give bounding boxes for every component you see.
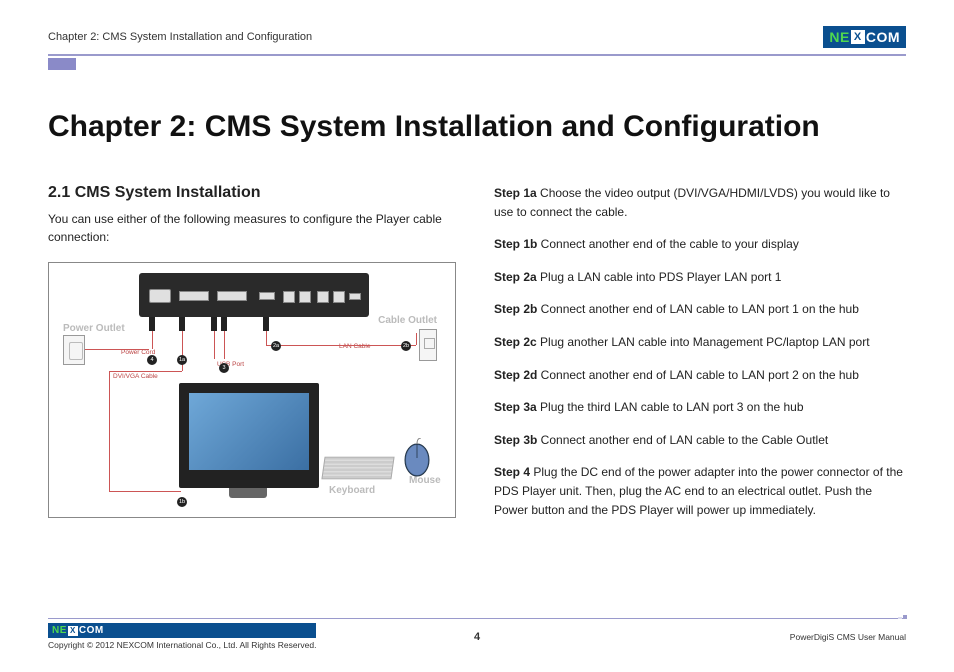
logo-part-ne: NE [829, 29, 849, 45]
callout-3: 3 [219, 363, 229, 373]
side-tab-marker [48, 58, 76, 70]
section-heading: 2.1 CMS System Installation [48, 184, 458, 202]
callout-4: 4 [147, 355, 157, 365]
pds-player-device [139, 273, 369, 317]
keyboard-icon [321, 457, 394, 480]
power-outlet-icon [63, 335, 85, 365]
page-number: 4 [474, 631, 480, 643]
step-3b: Step 3b Connect another end of LAN cable… [494, 431, 906, 450]
page-header: Chapter 2: CMS System Installation and C… [48, 26, 906, 56]
footer-left: NEXCOM Copyright © 2012 NEXCOM Internati… [48, 623, 316, 650]
monitor-icon [179, 383, 319, 488]
steps-column: Step 1a Choose the video output (DVI/VGA… [494, 184, 906, 533]
step-3a: Step 3a Plug the third LAN cable to LAN … [494, 398, 906, 417]
step-2d: Step 2d Connect another end of LAN cable… [494, 366, 906, 385]
connection-diagram: Power Outlet Cable Outlet Power Cord USB… [48, 262, 456, 518]
nexcom-logo: NEXCOM [823, 26, 906, 48]
page-footer: NEXCOM Copyright © 2012 NEXCOM Internati… [48, 618, 906, 650]
breadcrumb: Chapter 2: CMS System Installation and C… [48, 31, 312, 43]
label-cable-outlet: Cable Outlet [378, 315, 437, 326]
nexcom-logo-footer: NEXCOM [48, 623, 316, 638]
callout-2b: 2b [401, 341, 411, 351]
section-intro: You can use either of the following meas… [48, 210, 458, 246]
doc-title-footer: PowerDigiS CMS User Manual [790, 632, 906, 642]
content-columns: 2.1 CMS System Installation You can use … [48, 184, 906, 533]
step-2b: Step 2b Connect another end of LAN cable… [494, 300, 906, 319]
callout-1b: 1b [177, 497, 187, 507]
mouse-icon [401, 438, 433, 478]
step-4: Step 4 Plug the DC end of the power adap… [494, 463, 906, 519]
copyright-text: Copyright © 2012 NEXCOM International Co… [48, 640, 316, 650]
step-2a: Step 2a Plug a LAN cable into PDS Player… [494, 268, 906, 287]
chapter-title: Chapter 2: CMS System Installation and C… [48, 110, 906, 144]
cable-outlet-icon [419, 329, 437, 361]
label-dvi-vga: DVI/VGA Cable [113, 373, 158, 380]
logo-part-x: X [851, 30, 865, 44]
monitor-stand [229, 488, 267, 498]
step-1a: Step 1a Choose the video output (DVI/VGA… [494, 184, 906, 221]
step-1b: Step 1b Connect another end of the cable… [494, 235, 906, 254]
label-keyboard: Keyboard [329, 485, 375, 496]
step-2c: Step 2c Plug another LAN cable into Mana… [494, 333, 906, 352]
callout-2a: 2a [271, 341, 281, 351]
label-power-outlet: Power Outlet [63, 323, 125, 334]
logo-part-com: COM [866, 29, 900, 45]
callout-1a: 1a [177, 355, 187, 365]
